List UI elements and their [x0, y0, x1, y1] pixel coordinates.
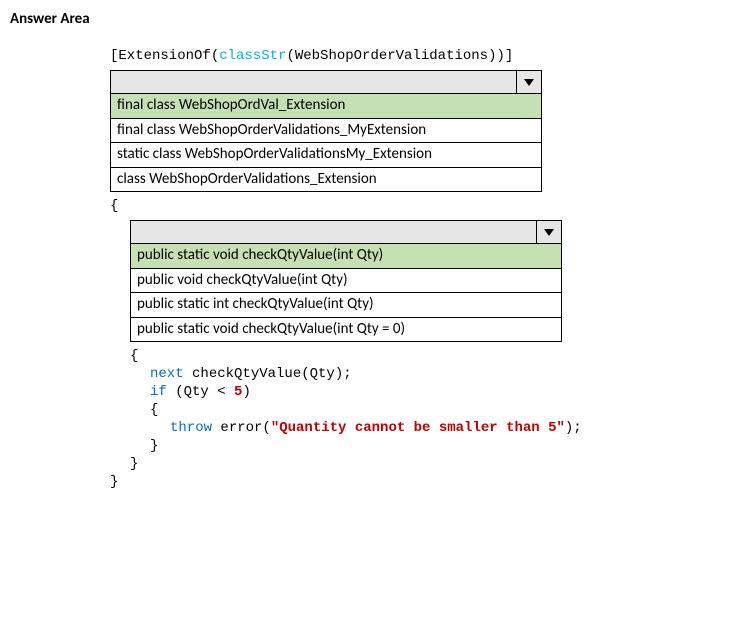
dropdown-option[interactable]: final class WebShopOrdVal_Extension	[111, 94, 541, 119]
if-cond-b: )	[242, 384, 250, 400]
attr-mid: (WebShopOrderValidations))]	[286, 48, 513, 64]
dropdown-option[interactable]: public static int checkQtyValue(int Qty)	[131, 293, 561, 318]
dropdown-header[interactable]	[111, 71, 541, 94]
inner-brace-open: {	[130, 348, 721, 364]
inner2-brace-close: }	[150, 438, 721, 454]
attr-open: [ExtensionOf(	[110, 48, 219, 64]
throw-string: "Quantity cannot be smaller than 5"	[271, 420, 565, 436]
dropdown-option[interactable]: public static void checkQtyValue(int Qty…	[131, 318, 561, 342]
if-line: if (Qty < 5)	[150, 384, 721, 400]
chevron-down-icon[interactable]	[516, 71, 541, 93]
if-keyword: if	[150, 384, 167, 400]
dropdown-option[interactable]: class WebShopOrderValidations_Extension	[111, 168, 541, 192]
if-cond-a: (Qty <	[167, 384, 234, 400]
chevron-down-icon[interactable]	[536, 221, 561, 243]
dropdown-method-signature[interactable]: public static void checkQtyValue(int Qty…	[130, 220, 562, 342]
inner-brace-close: }	[130, 456, 721, 472]
dropdown-header[interactable]	[131, 221, 561, 244]
brace-open: {	[110, 198, 721, 214]
content-area: [ExtensionOf(classStr(WebShopOrderValida…	[110, 48, 721, 490]
dropdown-option[interactable]: public static void checkQtyValue(int Qty…	[131, 244, 561, 269]
throw-mid: error(	[212, 420, 271, 436]
throw-keyword: throw	[170, 420, 212, 436]
dropdown-option[interactable]: static class WebShopOrderValidationsMy_E…	[111, 143, 541, 168]
answer-area-heading: Answer Area	[10, 10, 721, 28]
dropdown-option[interactable]: public void checkQtyValue(int Qty)	[131, 269, 561, 294]
inner2-brace-open: {	[150, 402, 721, 418]
brace-close: }	[110, 474, 721, 490]
attribute-line: [ExtensionOf(classStr(WebShopOrderValida…	[110, 48, 721, 64]
dropdown-class-declaration[interactable]: final class WebShopOrdVal_Extension fina…	[110, 70, 542, 192]
dropdown-option[interactable]: final class WebShopOrderValidations_MyEx…	[111, 119, 541, 144]
next-rest: checkQtyValue(Qty);	[184, 366, 352, 382]
throw-end: );	[565, 420, 582, 436]
throw-line: throw error("Quantity cannot be smaller …	[170, 420, 721, 436]
attr-classstr: classStr	[219, 48, 286, 64]
next-call-line: next checkQtyValue(Qty);	[150, 366, 721, 382]
next-keyword: next	[150, 366, 184, 382]
